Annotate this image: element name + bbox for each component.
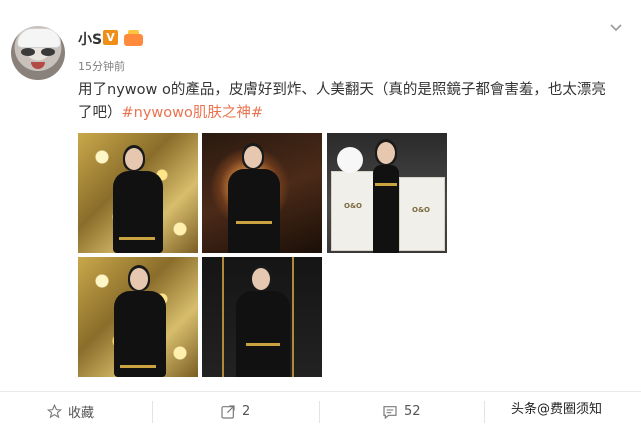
product-box-right: O&O: [399, 177, 445, 251]
footer-divider: [484, 401, 485, 423]
avatar-glasses: [21, 48, 55, 56]
flower-bouquet: [337, 147, 363, 173]
chevron-down-icon[interactable]: [609, 22, 623, 34]
favorite-label: 收藏: [68, 406, 95, 421]
comment-count: 52: [404, 404, 421, 419]
repost-icon: [221, 404, 235, 419]
star-icon: [47, 404, 62, 419]
product-box-left: O&O: [331, 171, 375, 251]
avatar[interactable]: [11, 26, 65, 80]
hashtag-link[interactable]: #nywowo肌肤之神#: [122, 105, 264, 121]
post-text: 用了nywow o的產品，皮膚好到炸、人美翻天（真的是照鏡子都會害羞，也太漂亮了…: [78, 79, 618, 125]
footer-divider: [152, 401, 153, 423]
avatar-mouth: [31, 62, 45, 69]
repost-button[interactable]: 2: [220, 392, 250, 431]
favorite-button[interactable]: 收藏: [47, 392, 94, 431]
photo-gold-sequin-portrait-2[interactable]: [78, 257, 198, 377]
photo-dark-backdrop-portrait[interactable]: [202, 133, 322, 253]
avatar-hat: [17, 28, 61, 48]
verified-badge: V: [103, 30, 118, 45]
photo-product-boxes[interactable]: O&O O&O: [327, 133, 447, 253]
comment-button[interactable]: 52: [382, 392, 421, 431]
watermark: 头条@费圈须知: [511, 402, 603, 417]
product-box-logo: O&O: [412, 206, 431, 214]
comment-icon: [383, 405, 397, 419]
photo-black-wall-portrait[interactable]: [202, 257, 322, 377]
repost-count: 2: [242, 404, 251, 419]
username[interactable]: 小S: [78, 29, 102, 49]
vip-medal-icon: [124, 30, 143, 46]
post-timestamp[interactable]: 15分钟前: [78, 58, 125, 74]
photo-gold-sequin-portrait-1[interactable]: [78, 133, 198, 253]
product-box-logo: O&O: [344, 202, 363, 210]
footer-divider: [319, 401, 320, 423]
